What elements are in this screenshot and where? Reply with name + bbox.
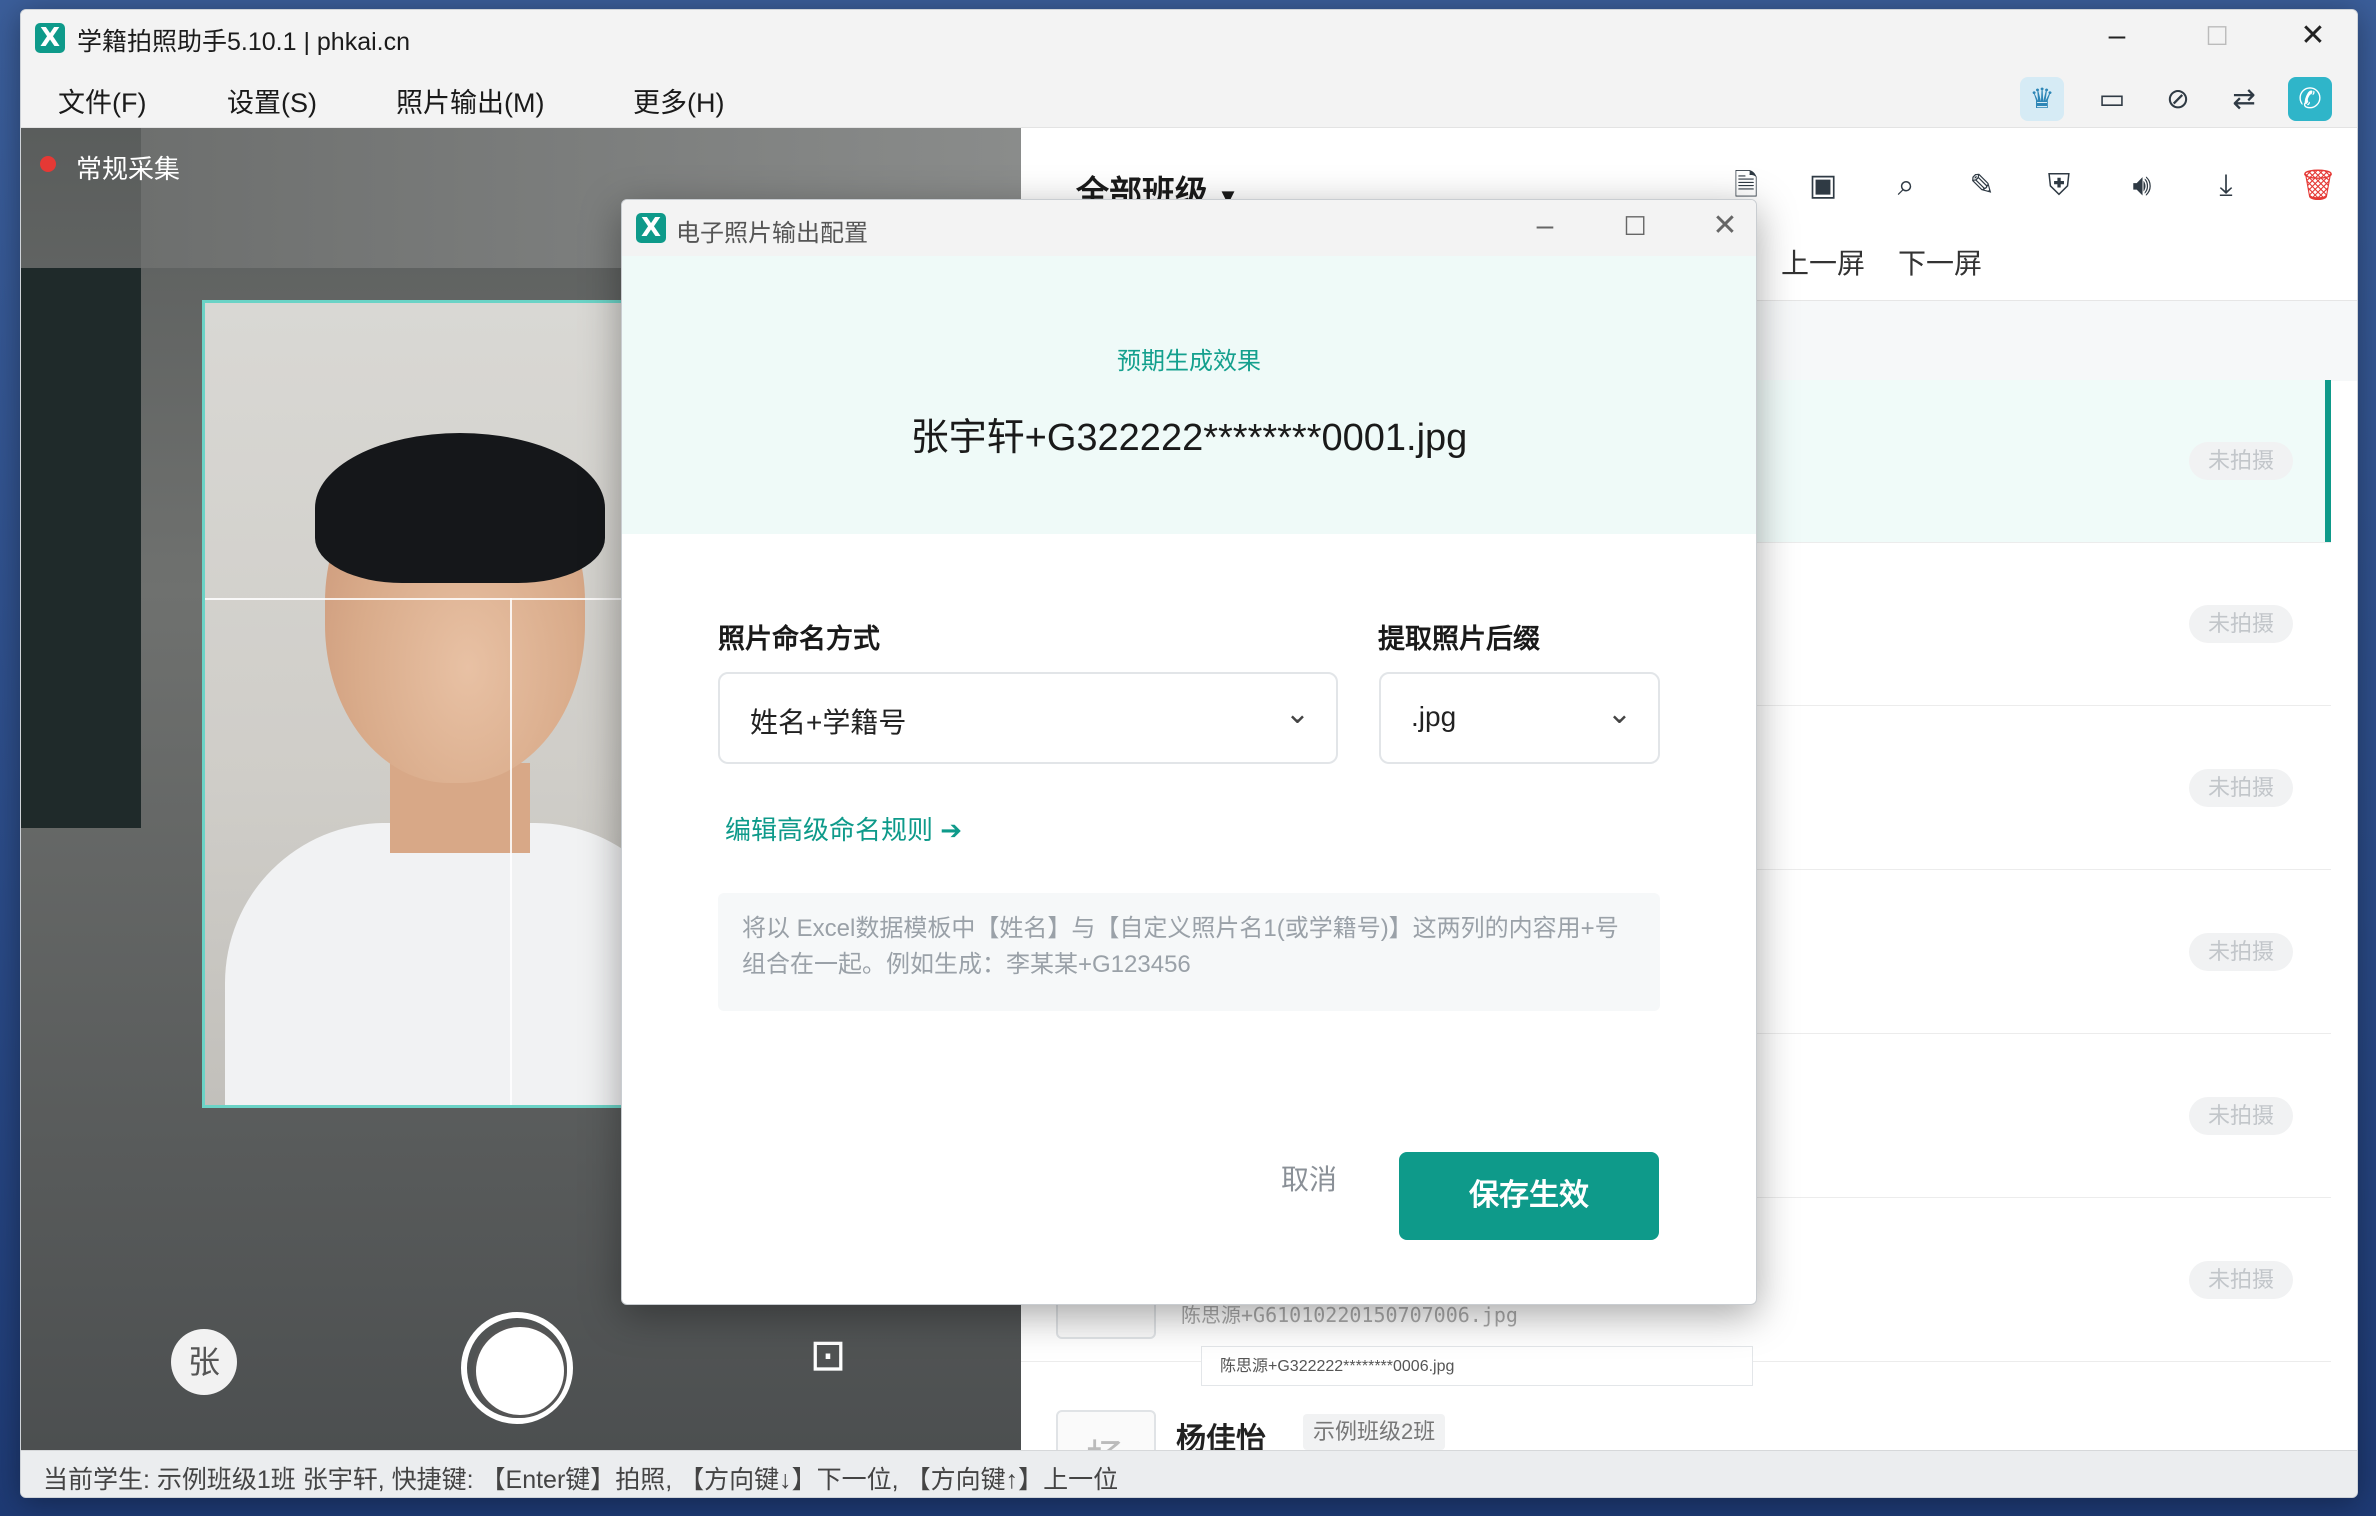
maximize-button[interactable]: ☐ (2187, 16, 2247, 56)
student-class-tag: 示例班级2班 (1303, 1414, 1446, 1450)
wechat-icon[interactable]: ✆ (2288, 77, 2332, 121)
menu-settings[interactable]: 设置(S) (227, 81, 317, 120)
status-badge: 未拍摄 (2189, 442, 2293, 480)
transfer-icon[interactable]: ⇄ (2222, 77, 2266, 121)
subject-hair (315, 433, 605, 583)
suffix-select[interactable]: .jpg ⌄ (1379, 672, 1660, 764)
naming-select-value: 姓名+学籍号 (750, 707, 907, 738)
title-bar: X 学籍拍照助手5.10.1 | phkai.cn – ☐ ✕ (21, 10, 2357, 67)
capture-mode-label: 常规采集 (76, 154, 181, 184)
naming-hint-box: 将以 Excel数据模板中【姓名】与【自定义照片名1(或学籍号)】这两列的内容用… (718, 893, 1660, 1011)
dialog-title: 电子照片输出配置 (676, 220, 868, 247)
output-config-dialog: X 电子照片输出配置 – ☐ ✕ 预期生成效果 张宇轩+G322222*****… (621, 199, 1757, 1305)
status-badge: 未拍摄 (2189, 605, 2293, 643)
menu-photo-output[interactable]: 照片输出(M) (396, 81, 544, 120)
link-icon[interactable]: ⊘ (2156, 77, 2200, 121)
naming-select[interactable]: 姓名+学籍号 ⌄ (718, 672, 1338, 764)
suffix-select-value: .jpg (1411, 701, 1457, 732)
next-page-button[interactable]: 下一屏 (1898, 242, 1982, 282)
cancel-button[interactable]: 取消 (1248, 1150, 1370, 1210)
download-icon[interactable]: ⤓ (2206, 166, 2246, 206)
advanced-naming-link[interactable]: 编辑高级命名规则 ➔ (725, 810, 962, 847)
status-badge: 未拍摄 (2189, 1261, 2293, 1299)
guide-line-horizontal (205, 598, 635, 600)
dialog-logo-icon: X (636, 213, 666, 243)
app-title: 学籍拍照助手5.10.1 | phkai.cn (77, 28, 411, 56)
dialog-close-button[interactable]: ✕ (1695, 206, 1755, 246)
dialog-maximize-button[interactable]: ☐ (1605, 206, 1665, 246)
status-badge: 未拍摄 (2189, 769, 2293, 807)
close-button[interactable]: ✕ (2283, 16, 2343, 56)
background-board (21, 268, 141, 828)
preview-filename: 张宇轩+G322222********0001.jpg (910, 417, 1468, 459)
app-logo-icon: X (35, 23, 65, 53)
dialog-title-bar: X 电子照片输出配置 – ☐ ✕ (622, 200, 1756, 256)
delete-icon[interactable]: 🗑︎ (2298, 166, 2338, 206)
status-bar: 当前学生: 示例班级1班 张宇轩, 快捷键: 【Enter键】拍照, 【方向键↓… (21, 1450, 2357, 1497)
menu-bar: 文件(F) 设置(S) 照片输出(M) 更多(H) ♛ ▭ ⊘ ⇄ ✆ (21, 67, 2357, 128)
crop-frame[interactable] (202, 300, 638, 1108)
tablet-icon[interactable]: ▭ (2090, 77, 2134, 121)
preview-panel: 预期生成效果 张宇轩+G322222********0001.jpg (622, 256, 1756, 534)
student-avatar-button[interactable]: 张 (171, 1329, 237, 1395)
shutter-inner (473, 1324, 567, 1418)
save-icon[interactable]: ▣ (1803, 166, 1843, 206)
minimize-button[interactable]: – (2087, 16, 2147, 56)
dialog-minimize-button[interactable]: – (1515, 206, 1575, 246)
add-photo-icon[interactable]: ⊡ (796, 1324, 860, 1388)
save-button[interactable]: 保存生效 (1399, 1152, 1659, 1240)
edit-icon[interactable]: ✎ (1962, 166, 2002, 206)
record-indicator-icon (40, 156, 56, 172)
list-item[interactable]: 杨 杨佳怡 示例班级2班 (1021, 1364, 2331, 1497)
selection-bar (2325, 380, 2331, 542)
suffix-label: 提取照片后缀 (1378, 624, 1540, 654)
naming-hint-text: 将以 Excel数据模板中【姓名】与【自定义照片名1(或学籍号)】这两列的内容用… (742, 915, 1619, 978)
status-badge: 未拍摄 (2189, 933, 2293, 971)
chevron-down-icon: ⌄ (1606, 697, 1632, 730)
chevron-down-icon: ⌄ (1284, 697, 1310, 730)
subject-shirt (225, 823, 635, 1105)
prev-page-button[interactable]: 上一屏 (1781, 242, 1865, 282)
naming-label: 照片命名方式 (718, 624, 880, 654)
menu-more[interactable]: 更多(H) (633, 81, 724, 120)
search-icon[interactable]: ⌕ (1886, 166, 1926, 206)
preview-label: 预期生成效果 (1117, 348, 1261, 375)
shield-icon[interactable]: ⛨ (2039, 166, 2079, 206)
crown-icon[interactable]: ♛ (2020, 77, 2064, 121)
volume-icon[interactable]: 🔊︎ (2122, 166, 2162, 206)
menu-file[interactable]: 文件(F) (58, 81, 146, 120)
status-badge: 未拍摄 (2189, 1097, 2293, 1135)
guide-line-vertical (510, 598, 512, 1105)
status-text: 当前学生: 示例班级1班 张宇轩, 快捷键: 【Enter键】拍照, 【方向键↓… (43, 1466, 1119, 1494)
